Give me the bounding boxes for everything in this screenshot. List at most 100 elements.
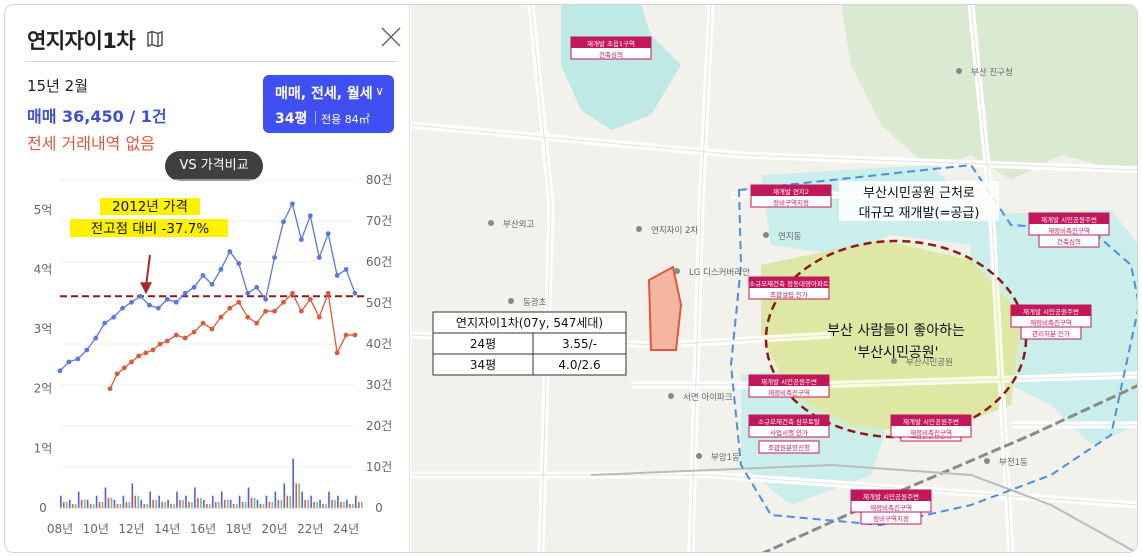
jeonse-price-point — [218, 314, 224, 320]
y-right-tick-label: 20건 — [366, 419, 392, 433]
place-marker — [763, 232, 769, 238]
pin-label: 재정비촉진구역 — [870, 503, 912, 512]
map-icon[interactable] — [146, 30, 164, 48]
jeonse-price-point — [157, 341, 163, 347]
sale-price-point — [146, 302, 152, 308]
volume-bar — [66, 501, 68, 508]
volume-bar — [170, 503, 172, 508]
pin-label: 재정비촉진구역 — [1030, 318, 1072, 327]
volume-bar — [185, 495, 187, 508]
pin-label: 사업시행 인가 — [770, 428, 808, 437]
volume-bar — [238, 495, 241, 508]
pin-label: 정비구역지정 — [773, 198, 809, 207]
sale-price-point — [290, 201, 295, 207]
sale-price-point — [298, 237, 304, 243]
volume-bar — [188, 501, 190, 508]
volume-bar — [119, 503, 122, 508]
sale-price-point — [218, 267, 224, 272]
volume-bar — [220, 491, 223, 508]
sale-price-point — [316, 255, 322, 260]
pin-label: 건축심의 — [1057, 237, 1081, 246]
volume-bar — [194, 487, 196, 508]
jeonse-price-point — [143, 350, 149, 356]
close-icon[interactable] — [379, 25, 403, 49]
annotation-line-1: 2012년 가격 — [112, 199, 188, 215]
x-tick-label: 22년 — [297, 522, 323, 536]
park-highlight-circle — [764, 239, 1028, 439]
sale-price-point — [93, 335, 99, 341]
sale-price-point — [343, 267, 349, 272]
jeonse-price-point — [129, 359, 134, 365]
sale-price-point — [182, 290, 188, 296]
volume-bar — [331, 499, 333, 508]
volume-bar — [289, 495, 292, 508]
y-right-tick-label: 40건 — [366, 337, 392, 351]
jeonse-price-line — [109, 290, 355, 390]
area-map[interactable]: 부산 사람들이 좋아하는'부산시민공원'부산시민공원 근처로대규모 재개발(=공… — [411, 5, 1138, 553]
jeonse-price-point — [290, 290, 295, 296]
place-marker — [891, 358, 897, 364]
volume-bar — [286, 495, 289, 508]
jeonse-price-point — [245, 314, 251, 320]
place-label: LG 디스커버리안 — [689, 267, 750, 278]
pin-label: 재개발 초읍1구역 — [587, 39, 635, 48]
volume-bar — [60, 495, 62, 508]
jeonse-price-point — [343, 332, 349, 338]
sale-price-point — [263, 296, 269, 302]
jeonse-price-point — [316, 314, 322, 320]
volume-bar — [295, 483, 298, 508]
place-marker — [636, 226, 642, 232]
volume-bar — [343, 501, 345, 508]
jeonse-price-point — [281, 299, 286, 305]
volume-bar — [98, 501, 101, 508]
jeonse-price-point — [164, 338, 170, 344]
table-cell: 3.55/- — [562, 337, 597, 351]
annotation-arrow — [145, 254, 151, 287]
y-right-tick-label: 70건 — [366, 214, 392, 228]
pin-label: 재개발 시민공원주변 — [1041, 215, 1097, 224]
volume-bar — [334, 499, 336, 508]
sale-price-point — [75, 356, 81, 362]
volume-bar — [250, 497, 253, 508]
volume-bar — [71, 503, 74, 508]
place-label: 연지동 — [778, 232, 802, 242]
volume-bar — [337, 495, 339, 508]
volume-bar — [143, 503, 146, 508]
volume-bar — [131, 483, 134, 508]
volume-bar — [113, 499, 116, 508]
volume-bar — [253, 497, 256, 508]
sale-price-point — [227, 249, 233, 254]
volume-bar — [104, 487, 107, 508]
place-marker — [984, 458, 990, 464]
place-label: 연지자이 2차 — [651, 225, 698, 236]
table-cell: 4.0/2.6 — [558, 358, 600, 372]
y-right-tick-label: 10건 — [366, 460, 392, 474]
volume-bar — [319, 499, 321, 508]
volume-bar — [83, 499, 86, 508]
sale-price-point — [129, 299, 134, 305]
volume-bar — [206, 503, 208, 508]
volume-bar — [158, 495, 160, 508]
sale-price-point — [138, 293, 143, 299]
pin-label: 재개발 시민공원주변 — [903, 417, 959, 426]
y-left-tick-label: 5억 — [34, 203, 53, 217]
sale-price-point — [173, 299, 179, 305]
y-left-tick-label: 0 — [39, 501, 47, 515]
volume-bar — [217, 501, 220, 508]
volume-bar — [101, 501, 104, 508]
volume-bar — [161, 501, 163, 508]
volume-bar — [179, 499, 181, 508]
volume-bar — [203, 499, 205, 508]
volume-bar — [116, 503, 119, 508]
jeonse-price-point — [236, 299, 242, 305]
volume-bar — [125, 501, 128, 508]
callout-sub: 대규모 재개발(=공급) — [859, 206, 980, 221]
x-tick-label: 10년 — [83, 522, 109, 536]
x-tick-label: 08년 — [47, 522, 73, 536]
trade-type-filter-button[interactable]: 매매, 전세, 월세 ∨ 34평 전용 84㎡ — [263, 75, 394, 133]
place-label: 부산시민공원 — [906, 357, 953, 368]
pin-label: 건축심의 — [599, 50, 623, 59]
sale-price-point — [111, 314, 117, 320]
jeonse-price-point — [307, 296, 313, 302]
price-chart: 0 10건 20건 30건 40건 50건 60건 70건 80건 0 1억 2억 3억 4억 5억 08년 1… — [34, 173, 393, 536]
